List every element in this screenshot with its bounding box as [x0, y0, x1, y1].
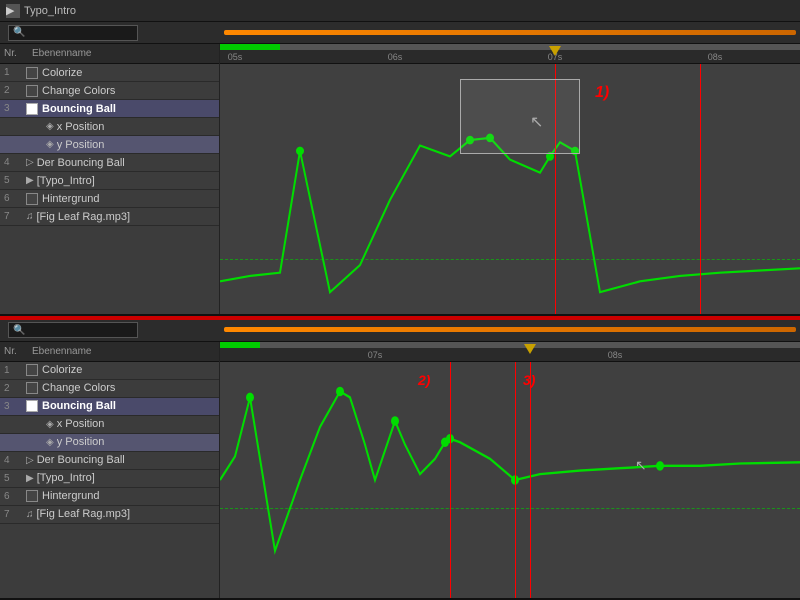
layer-item[interactable]: 2 Change Colors	[0, 380, 219, 398]
section-header-top: 🔍	[0, 22, 800, 44]
layer-header-top: Nr. Ebenenname	[0, 44, 219, 64]
green-range	[220, 44, 280, 50]
col-nr-label: Nr.	[4, 48, 32, 59]
layer-item-y-pos-b[interactable]: ◈ y Position	[0, 434, 219, 452]
green-range	[220, 342, 260, 348]
layer-color	[26, 382, 38, 394]
ruler-bottom: 07s 08s	[220, 342, 800, 362]
keyframe-icon: ◈	[46, 121, 54, 132]
selection-box	[460, 79, 580, 154]
section-body-bottom: Nr. Ebenenname 1 Colorize 2 Change Color…	[0, 342, 800, 598]
layer-item-x-pos-b[interactable]: ◈ x Position	[0, 416, 219, 434]
graph-content-bottom: 2) 3) ↖	[220, 362, 800, 598]
ruler-bar	[220, 44, 800, 50]
keyframe-icon: ◈	[46, 437, 54, 448]
col-nr-label: Nr.	[4, 346, 32, 357]
layer-item-y-position[interactable]: ◈ y Position	[0, 136, 219, 154]
audio-icon: ♫	[26, 211, 34, 222]
layer-panel-bottom: Nr. Ebenenname 1 Colorize 2 Change Color…	[0, 342, 220, 598]
layer-item-audio[interactable]: 7 ♫ [Fig Leaf Rag.mp3]	[0, 208, 219, 226]
annotation-1: 1)	[595, 84, 609, 102]
search-box-bottom[interactable]: 🔍	[8, 322, 138, 338]
layer-item-hintergrund-b[interactable]: 6 Hintergrund	[0, 488, 219, 506]
graph-section-bottom: 🔍 Nr. Ebenenname 1 Colorize	[0, 320, 800, 600]
red-line-top	[700, 64, 701, 314]
comp-icon: ▶	[26, 473, 34, 484]
section-body-top: Nr. Ebenenname 1 Colorize 2 Change Color…	[0, 44, 800, 314]
search-icon: 🔍	[13, 325, 25, 336]
layer-item-der-bouncing-ball[interactable]: 4 ▷ Der Bouncing Ball	[0, 154, 219, 172]
graph-section-top: 🔍 Nr. Ebenenname 1	[0, 22, 800, 316]
cursor-arrow: ↖	[530, 112, 543, 132]
audio-icon: ♫	[26, 509, 34, 520]
app-icon: ▶	[6, 4, 20, 18]
layer-header-bottom: Nr. Ebenenname	[0, 342, 219, 362]
cursor-arrow-bottom: ↖	[635, 457, 647, 474]
layer-panel-top: Nr. Ebenenname 1 Colorize 2 Change Color…	[0, 44, 220, 314]
annotation-2: 2)	[418, 372, 430, 388]
search-box-top[interactable]: 🔍	[8, 25, 138, 41]
layer-item-typo-intro[interactable]: 5 ▶ [Typo_Intro]	[0, 172, 219, 190]
comp-icon: ▶	[26, 175, 34, 186]
keyframe-icon: ◈	[46, 419, 54, 430]
layer-color	[26, 67, 38, 79]
graph-content-top: 1) ↖	[220, 64, 800, 314]
top-bar: ▶ Typo_Intro	[0, 0, 800, 22]
layer-item-bouncing-ball[interactable]: 3 Bouncing Ball	[0, 100, 219, 118]
layer-item-typo-intro-b[interactable]: 5 ▶ [Typo_Intro]	[0, 470, 219, 488]
layer-rows-bottom: 1 Colorize 2 Change Colors 3 Bouncing Ba…	[0, 362, 219, 524]
timeline-bottom: 07s 08s	[220, 342, 800, 598]
layer-item-bouncing-ball-b[interactable]: 3 Bouncing Ball	[0, 398, 219, 416]
layer-color	[26, 364, 38, 376]
ruler-top: 05s 06s 07s 08s 09s	[220, 44, 800, 64]
layer-color	[26, 103, 38, 115]
layer-color	[26, 193, 38, 205]
timeline-top: 05s 06s 07s 08s 09s	[220, 44, 800, 314]
ruler-tick: 08s	[708, 52, 723, 62]
layer-color	[26, 85, 38, 97]
red-line-b2	[515, 362, 516, 598]
layer-item[interactable]: 2 Change Colors	[0, 82, 219, 100]
layer-rows-top: 1 Colorize 2 Change Colors 3 Bounci	[0, 64, 219, 226]
layer-item-hintergrund[interactable]: 6 Hintergrund	[0, 190, 219, 208]
ruler-bar	[220, 342, 800, 348]
folder-icon: ▷	[26, 157, 34, 168]
ruler-tick: 05s	[228, 52, 243, 62]
window-title: Typo_Intro	[24, 5, 76, 17]
ruler-tick: 08s	[608, 350, 623, 360]
search-icon: 🔍	[13, 27, 25, 38]
playhead-marker-top	[549, 46, 561, 56]
layer-item-der-bouncing-ball-b[interactable]: 4 ▷ Der Bouncing Ball	[0, 452, 219, 470]
graph-svg-bottom	[220, 362, 800, 598]
layer-item-audio-b[interactable]: 7 ♫ [Fig Leaf Rag.mp3]	[0, 506, 219, 524]
ruler-tick: 07s	[368, 350, 383, 360]
col-name-label: Ebenenname	[32, 346, 215, 357]
annotation-3: 3)	[523, 372, 535, 388]
main-panel: 🔍 Nr. Ebenenname 1	[0, 22, 800, 600]
ruler-tick: 06s	[388, 52, 403, 62]
layer-item[interactable]: 1 Colorize	[0, 362, 219, 380]
keyframe-icon: ◈	[46, 139, 54, 150]
layer-color	[26, 490, 38, 502]
layer-item-x-position[interactable]: ◈ x Position	[0, 118, 219, 136]
col-name-label: Ebenenname	[32, 48, 215, 59]
layer-item[interactable]: 1 Colorize	[0, 64, 219, 82]
layer-color	[26, 400, 38, 412]
folder-icon: ▷	[26, 455, 34, 466]
playhead-marker-bottom	[524, 344, 536, 354]
section-header-bottom: 🔍	[0, 320, 800, 342]
red-line-b1	[450, 362, 451, 598]
